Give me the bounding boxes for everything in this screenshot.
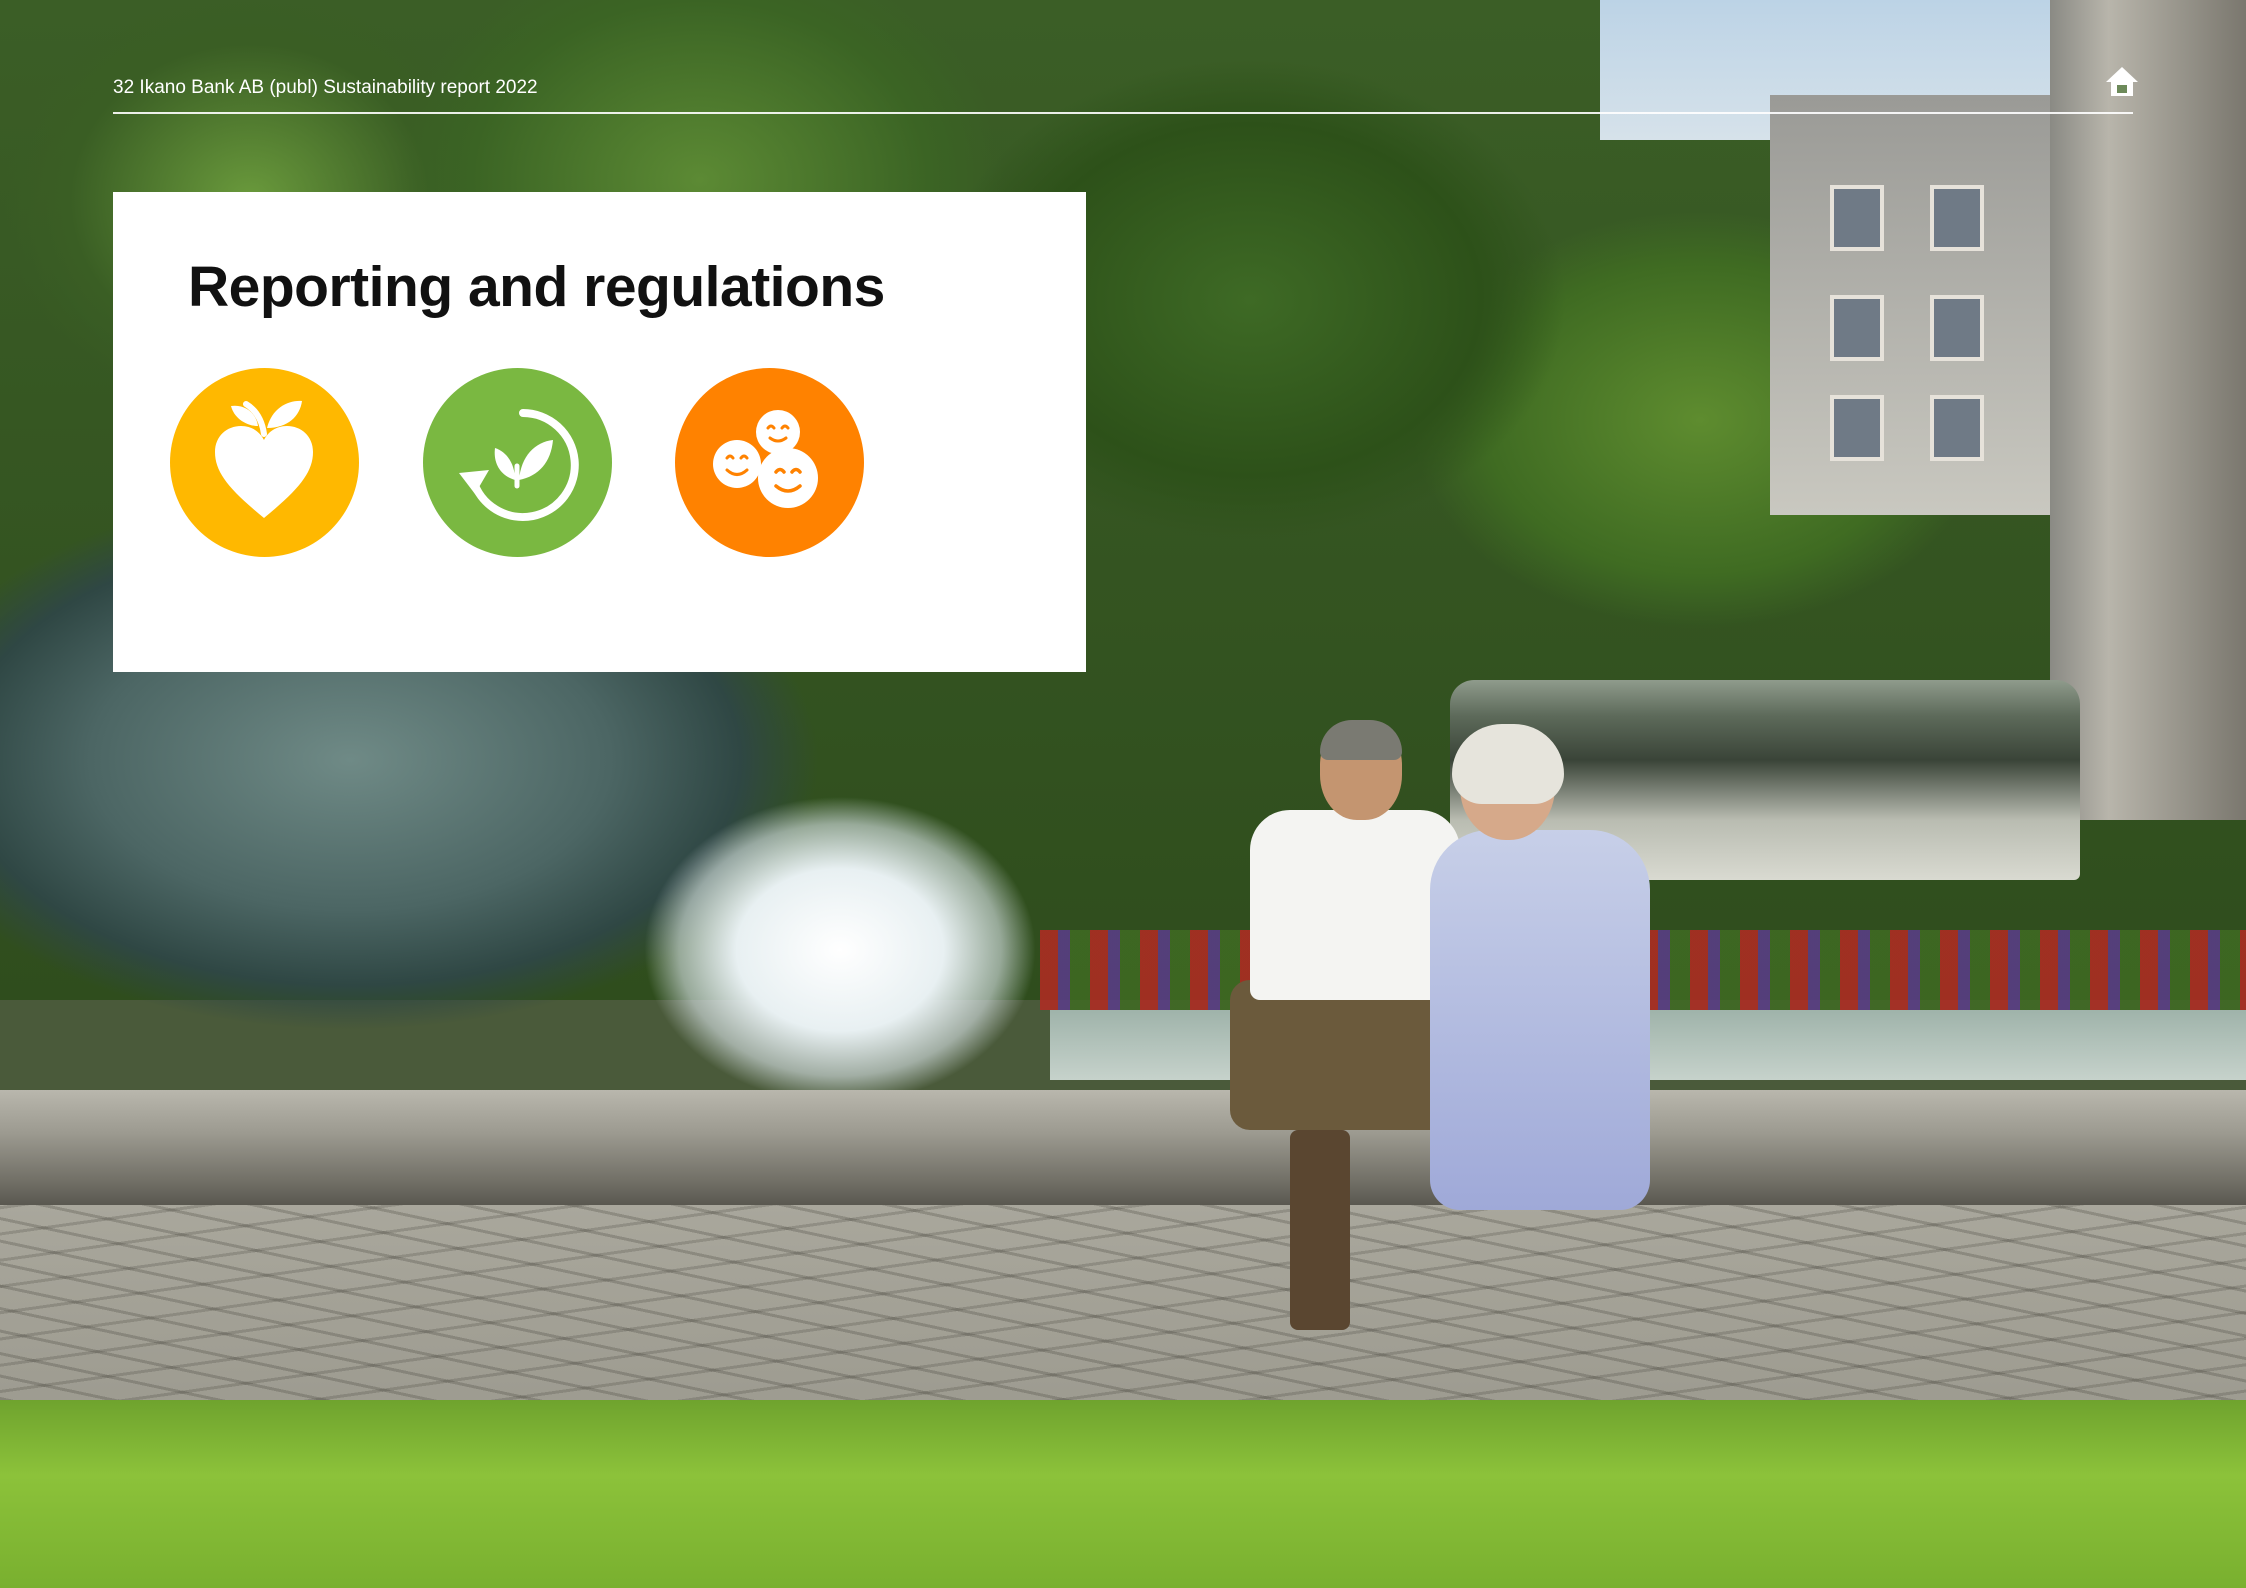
- grass: [0, 1400, 2246, 1588]
- header-divider: [113, 112, 2133, 114]
- home-button[interactable]: [2103, 63, 2141, 101]
- smiling-faces-icon: [713, 410, 818, 508]
- title-panel: Reporting and regulations: [113, 192, 1086, 672]
- seated-woman: [1410, 724, 1690, 1220]
- environment-badge: [423, 368, 612, 557]
- page-label: 32 Ikano Bank AB (publ) Sustainability r…: [113, 77, 538, 98]
- fountain-rim: [0, 1090, 2246, 1210]
- home-icon: [2106, 67, 2138, 96]
- page-header: 32 Ikano Bank AB (publ) Sustainability r…: [113, 0, 2138, 115]
- page-title: Reporting and regulations: [188, 255, 885, 319]
- tower: [2050, 0, 2246, 820]
- health-badge: [170, 368, 359, 557]
- fountain-water: [580, 780, 1100, 1110]
- people-badge: [675, 368, 864, 557]
- heart-with-leaf-icon: [215, 400, 313, 518]
- building: [1770, 95, 2070, 515]
- leaf-cycle-icon: [459, 409, 579, 521]
